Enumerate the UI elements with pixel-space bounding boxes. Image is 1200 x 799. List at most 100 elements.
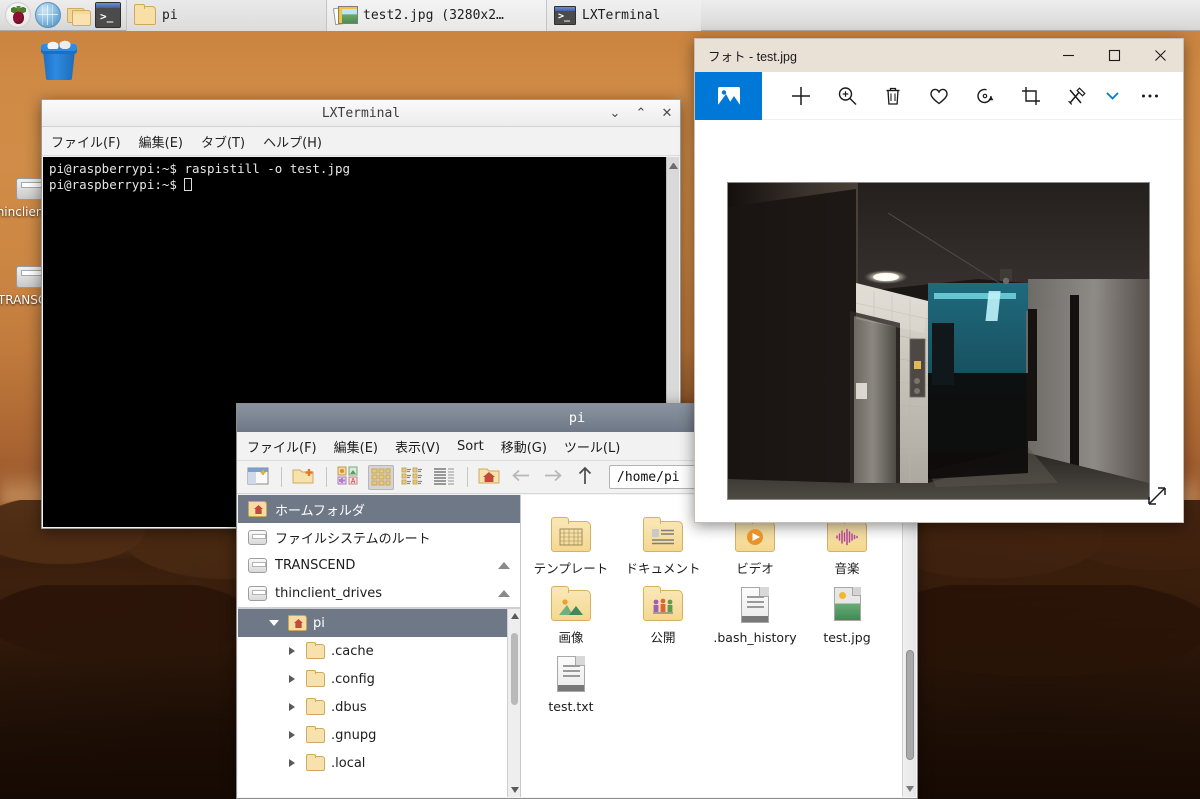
close-button[interactable] bbox=[1137, 39, 1183, 72]
place-thinclient-drives[interactable]: thinclient_drives bbox=[238, 579, 520, 607]
terminal-icon[interactable] bbox=[95, 2, 121, 28]
menu-tools[interactable]: ツール(L) bbox=[564, 437, 620, 456]
menu-sort[interactable]: Sort bbox=[457, 439, 484, 454]
eject-icon[interactable] bbox=[498, 589, 510, 597]
scroll-up-icon[interactable] bbox=[511, 613, 519, 619]
terminal-icon bbox=[554, 5, 576, 25]
up-button[interactable] bbox=[573, 465, 599, 490]
edit-button[interactable] bbox=[1054, 72, 1100, 120]
minimize-icon[interactable]: ⌄ bbox=[608, 106, 622, 121]
taskbar-task-file-manager[interactable]: pi bbox=[126, 0, 326, 31]
file-item-templates[interactable]: テンプレート bbox=[525, 509, 617, 578]
menu-file[interactable]: ファイル(F) bbox=[51, 132, 121, 151]
tree-scrollbar[interactable] bbox=[507, 609, 520, 797]
maximize-icon[interactable]: ⌃ bbox=[634, 106, 648, 121]
photo-contents bbox=[728, 183, 1149, 499]
expander-closed-icon[interactable] bbox=[284, 731, 300, 739]
zoom-button[interactable] bbox=[824, 72, 870, 120]
menu-tab[interactable]: タブ(T) bbox=[201, 132, 245, 151]
back-button[interactable] bbox=[509, 465, 535, 490]
menu-go[interactable]: 移動(G) bbox=[501, 437, 547, 456]
expander-open-icon[interactable] bbox=[266, 620, 282, 626]
file-item-pictures[interactable]: 画像 bbox=[525, 578, 617, 647]
place-transcend[interactable]: TRANSCEND bbox=[238, 551, 520, 579]
scroll-up-icon[interactable] bbox=[669, 160, 678, 169]
place-label: ファイルシステムのルート bbox=[275, 531, 431, 547]
home-button[interactable] bbox=[477, 465, 503, 490]
menu-file[interactable]: ファイル(F) bbox=[247, 437, 317, 456]
expander-closed-icon[interactable] bbox=[284, 759, 300, 767]
taskbar-task-terminal[interactable]: LXTerminal bbox=[546, 0, 701, 31]
menu-edit[interactable]: 編集(E) bbox=[334, 437, 378, 456]
scroll-down-icon[interactable] bbox=[906, 786, 914, 792]
tree-item-config[interactable]: .config bbox=[238, 665, 520, 693]
photos-window[interactable]: フォト - test.jpg bbox=[694, 38, 1184, 523]
crop-button[interactable] bbox=[1008, 72, 1054, 120]
scrollbar-thumb[interactable] bbox=[906, 650, 914, 760]
edit-dropdown-button[interactable] bbox=[1100, 72, 1124, 120]
taskbar-task-photos[interactable]: test2.jpg (3280x2… bbox=[326, 0, 546, 31]
add-button[interactable] bbox=[778, 72, 824, 120]
tree-item-label: .local bbox=[331, 755, 366, 771]
expander-closed-icon[interactable] bbox=[284, 675, 300, 683]
trash-icon bbox=[37, 40, 81, 84]
photo-image[interactable] bbox=[727, 182, 1150, 500]
file-item-bash-history[interactable]: .bash_history bbox=[709, 578, 801, 647]
more-button[interactable] bbox=[1127, 72, 1173, 120]
file-item-test-txt[interactable]: test.txt bbox=[525, 647, 617, 716]
new-tab-button[interactable] bbox=[246, 465, 272, 490]
scrollbar-thumb[interactable] bbox=[511, 633, 518, 705]
file-name: test.txt bbox=[548, 699, 594, 714]
photos-stage bbox=[696, 121, 1182, 521]
maximize-button[interactable] bbox=[1091, 39, 1137, 72]
minimize-button[interactable] bbox=[1045, 39, 1091, 72]
tree-item-pi[interactable]: pi bbox=[238, 609, 520, 637]
expander-closed-icon[interactable] bbox=[284, 647, 300, 655]
menu-view[interactable]: 表示(V) bbox=[395, 437, 440, 456]
tree-item-local[interactable]: .local bbox=[238, 749, 520, 777]
favorite-button[interactable] bbox=[916, 72, 962, 120]
file-name: ドキュメント bbox=[625, 561, 701, 576]
tree-item-label: .config bbox=[331, 671, 375, 687]
place-home[interactable]: ホームフォルダ bbox=[238, 495, 520, 523]
delete-button[interactable] bbox=[870, 72, 916, 120]
eject-icon[interactable] bbox=[498, 561, 510, 569]
scroll-down-icon[interactable] bbox=[511, 787, 519, 793]
place-filesystem-root[interactable]: ファイルシステムのルート bbox=[238, 523, 520, 551]
menu-help[interactable]: ヘルプ(H) bbox=[263, 132, 322, 151]
place-label: ホームフォルダ bbox=[275, 503, 365, 519]
view-thumbnail-button[interactable]: A bbox=[336, 465, 362, 490]
folder-icon bbox=[306, 669, 325, 687]
new-folder-button[interactable] bbox=[291, 465, 317, 490]
photo-icon bbox=[334, 5, 358, 25]
folder-template-icon bbox=[548, 515, 594, 557]
collection-button[interactable] bbox=[695, 71, 762, 120]
tree-item-dbus[interactable]: .dbus bbox=[238, 693, 520, 721]
forward-button[interactable] bbox=[541, 465, 567, 490]
menu-edit[interactable]: 編集(E) bbox=[139, 132, 183, 151]
view-detail-button[interactable] bbox=[432, 465, 458, 490]
file-list-area[interactable]: テンプレート ドキュメント ビデオ 音楽 画像 公開 .bash_history… bbox=[521, 495, 916, 797]
desktop-icon-trash[interactable] bbox=[16, 40, 102, 86]
tree-item-cache[interactable]: .cache bbox=[238, 637, 520, 665]
view-icon-button[interactable] bbox=[368, 464, 394, 490]
view-compact-button[interactable] bbox=[400, 465, 426, 490]
web-browser-icon[interactable] bbox=[35, 2, 61, 28]
file-manager-icon[interactable] bbox=[65, 2, 91, 28]
terminal-titlebar[interactable]: LXTerminal ⌄ ⌃ ✕ bbox=[42, 100, 680, 127]
photos-title: フォト - test.jpg bbox=[708, 50, 797, 64]
photos-titlebar[interactable]: フォト - test.jpg bbox=[695, 39, 1183, 72]
terminal-menubar: ファイル(F) 編集(E) タブ(T) ヘルプ(H) bbox=[42, 127, 680, 156]
tree-item-gnupg[interactable]: .gnupg bbox=[238, 721, 520, 749]
folder-icon bbox=[306, 753, 325, 771]
file-name: 公開 bbox=[650, 630, 676, 645]
close-icon[interactable]: ✕ bbox=[660, 106, 674, 121]
rotate-button[interactable] bbox=[962, 72, 1008, 120]
file-item-public[interactable]: 公開 bbox=[617, 578, 709, 647]
taskbar-task-label: test2.jpg (3280x2… bbox=[363, 7, 504, 23]
expander-closed-icon[interactable] bbox=[284, 703, 300, 711]
file-list-scrollbar[interactable] bbox=[902, 495, 916, 797]
resize-handle[interactable] bbox=[1146, 485, 1168, 507]
raspberry-menu-icon[interactable] bbox=[5, 2, 31, 28]
file-item-test-jpg[interactable]: test.jpg bbox=[801, 578, 893, 647]
